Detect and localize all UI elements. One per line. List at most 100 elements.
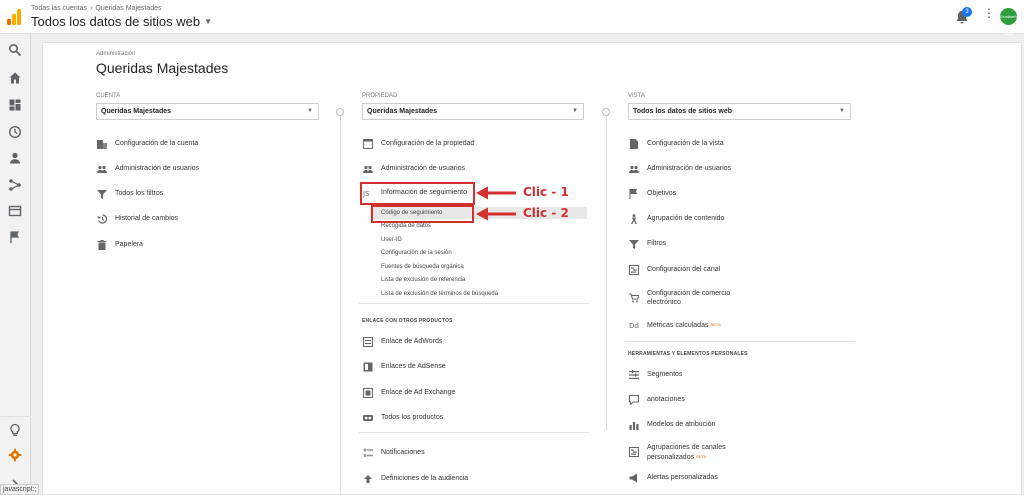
item-label: Configuración de la propiedad bbox=[381, 140, 475, 147]
property-selector-value: Queridas Majestades bbox=[367, 108, 438, 115]
home-icon[interactable] bbox=[8, 71, 22, 85]
lightbulb-icon[interactable] bbox=[8, 423, 22, 437]
item-label: anotaciones bbox=[647, 396, 685, 403]
section-divider bbox=[625, 341, 855, 342]
item-label: Notificaciones bbox=[381, 449, 425, 456]
custom-channel-groupings-item[interactable]: Agrupaciones de canales personalizados BE… bbox=[629, 443, 769, 462]
item-label: Enlace de AdWords bbox=[381, 338, 443, 345]
acquisition-icon[interactable] bbox=[8, 178, 22, 192]
item-label: Configuración del canal bbox=[647, 266, 721, 273]
property-title: Todos los datos de sitios web bbox=[31, 14, 201, 29]
column-divider-knob[interactable] bbox=[602, 108, 610, 116]
search-term-exclusion-link[interactable]: Lista de exclusión de términos de búsque… bbox=[381, 289, 498, 299]
item-label: Agrupaciones de canales personalizados BE… bbox=[647, 443, 747, 462]
view-selector-value: Todos los datos de sitios web bbox=[633, 108, 733, 115]
section-divider bbox=[359, 432, 589, 433]
avatar[interactable]: Ecodiseño Hogar bbox=[1000, 8, 1019, 36]
section-divider bbox=[359, 303, 589, 304]
breadcrumb-account[interactable]: Queridas Majestades bbox=[95, 5, 161, 12]
referral-exclusion-link[interactable]: Lista de exclusión de referencia bbox=[381, 275, 465, 285]
arrow-left-icon bbox=[476, 186, 516, 200]
person-icon bbox=[629, 214, 639, 224]
account-column-label: CUENTA bbox=[96, 93, 121, 99]
item-label: Historial de cambios bbox=[115, 215, 179, 222]
item-label: Objetivos bbox=[647, 190, 677, 197]
custom-channel-groupings-label: Agrupaciones de canales personalizados bbox=[647, 444, 726, 461]
item-label: Modelos de atribución bbox=[647, 421, 716, 428]
item-label: Configuración de comercio electrónico bbox=[647, 290, 731, 306]
users-icon bbox=[629, 164, 639, 174]
property-column-label: PROPIEDAD bbox=[362, 93, 398, 99]
item-label: Todos los productos bbox=[381, 414, 444, 421]
top-bar: Todas las cuentas › Queridas Majestades To… bbox=[0, 0, 1024, 36]
item-label: Métricas calculadas BETA bbox=[647, 318, 721, 333]
beta-badge: BETA bbox=[710, 322, 721, 327]
users-icon bbox=[97, 164, 107, 174]
account-selector[interactable]: Queridas Majestades ▼ bbox=[96, 103, 319, 120]
column-divider bbox=[606, 110, 607, 430]
breadcrumb: Todas las cuentas › Queridas Majestades bbox=[31, 5, 162, 12]
chevron-right-icon: › bbox=[90, 5, 93, 12]
admin-label: Administración bbox=[96, 51, 136, 57]
user-id-link[interactable]: User-ID bbox=[381, 235, 402, 245]
window-icon bbox=[363, 139, 373, 149]
more-options-icon[interactable]: ⋮ bbox=[983, 7, 995, 19]
left-nav-rail bbox=[0, 34, 31, 495]
highlight-box-tracking-info bbox=[360, 182, 475, 205]
property-selector[interactable]: Queridas Majestades ▼ bbox=[362, 103, 584, 120]
view-selector[interactable]: Todos los datos de sitios web ▼ bbox=[628, 103, 851, 120]
audience-icon bbox=[363, 474, 373, 484]
notifications-icon bbox=[363, 448, 373, 458]
users-icon bbox=[363, 164, 373, 174]
linking-section-header: ENLACE CON OTROS PRODUCTOS bbox=[362, 318, 453, 324]
behavior-icon[interactable] bbox=[8, 204, 22, 218]
rail-divider bbox=[0, 416, 31, 417]
property-selector[interactable]: Todos los datos de sitios web ▼ bbox=[31, 14, 212, 29]
annotation-icon bbox=[629, 395, 639, 405]
doc-icon bbox=[629, 139, 639, 149]
item-label: Definiciones de la audiencia bbox=[381, 475, 469, 482]
segments-icon bbox=[629, 370, 639, 380]
channel-icon bbox=[629, 265, 639, 275]
item-label: Filtros bbox=[647, 240, 667, 247]
item-label: Agrupación de contenido bbox=[647, 215, 725, 222]
adexchange-icon bbox=[363, 388, 373, 398]
search-icon[interactable] bbox=[8, 43, 22, 57]
arrow-left-icon bbox=[476, 207, 516, 221]
item-label: Enlace de Ad Exchange bbox=[381, 389, 456, 396]
filter-icon bbox=[97, 189, 107, 199]
calculated-metrics-label: Métricas calculadas bbox=[647, 322, 709, 329]
breadcrumb-all-accounts[interactable]: Todas las cuentas bbox=[31, 5, 87, 12]
status-bar-url: javascript:; bbox=[0, 484, 40, 495]
gear-icon[interactable] bbox=[8, 448, 22, 462]
organic-sources-link[interactable]: Fuentes de búsqueda orgánica bbox=[381, 262, 464, 272]
person-icon[interactable] bbox=[8, 151, 22, 165]
item-label: Enlaces de AdSense bbox=[381, 363, 446, 370]
products-icon bbox=[363, 413, 373, 423]
item-label: Administración de usuarios bbox=[647, 165, 732, 172]
bar-chart-icon bbox=[629, 420, 639, 430]
clock-icon[interactable] bbox=[8, 125, 22, 139]
cart-icon bbox=[629, 293, 639, 303]
item-label: Administración de usuarios bbox=[381, 165, 466, 172]
notification-count-badge: 3 bbox=[962, 7, 972, 17]
dashboard-icon[interactable] bbox=[8, 98, 22, 112]
page-title: Queridas Majestades bbox=[96, 60, 229, 76]
column-divider-knob[interactable] bbox=[336, 108, 344, 116]
highlight-box-tracking-code bbox=[371, 205, 474, 223]
dropdown-arrow-icon: ▼ bbox=[572, 108, 578, 114]
ecommerce-settings-item[interactable]: Configuración de comercio electrónico bbox=[629, 290, 769, 306]
analytics-logo-icon[interactable] bbox=[7, 9, 21, 25]
flag-icon bbox=[629, 189, 639, 199]
item-label: Administración de usuarios bbox=[115, 165, 200, 172]
item-label: Configuración de la vista bbox=[647, 140, 724, 147]
flag-icon[interactable] bbox=[8, 230, 22, 244]
annotation-clic-2: Clic - 2 bbox=[523, 206, 569, 220]
item-label: Configuración de la cuenta bbox=[115, 140, 199, 147]
view-column-label: VISTA bbox=[628, 93, 645, 99]
account-selector-value: Queridas Majestades bbox=[101, 108, 172, 115]
channel-icon bbox=[629, 447, 639, 457]
building-icon bbox=[97, 139, 107, 149]
session-settings-link[interactable]: Configuración de la sesión bbox=[381, 248, 452, 258]
item-label: Alertas personalizadas bbox=[647, 474, 718, 481]
